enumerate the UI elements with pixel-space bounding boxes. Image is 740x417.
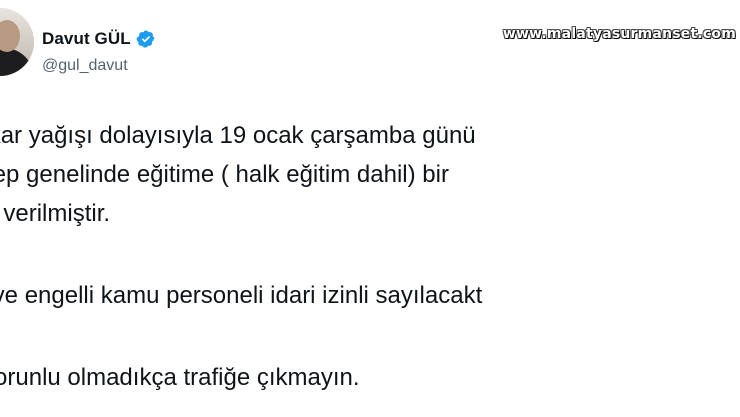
author-name-row: Davut GÜL: [42, 28, 156, 50]
watermark: www.malatyasurmanset.com: [502, 26, 736, 42]
tweet-card: Davut GÜL @gul_davut www.malatyasurmanse…: [0, 0, 740, 417]
author-handle[interactable]: @gul_davut: [42, 57, 156, 75]
tweet-text-line: ğun kar yağışı dolayısıyla 19 ocak çarşa…: [0, 122, 476, 149]
tweet-text-line: n ara verilmiştir.: [0, 200, 111, 227]
tweet-text-line: ziantep genelinde eğitime ( halk eğitim …: [0, 161, 449, 188]
tweet-header: Davut GÜL @gul_davut: [42, 28, 156, 75]
avatar[interactable]: [0, 8, 34, 76]
tweet-text: ğun kar yağışı dolayısıyla 19 ocak çarşa…: [0, 116, 482, 397]
tweet-text-line: fen zorunlu olmadıkça trafiğe çıkmayın.: [0, 364, 360, 391]
author-name[interactable]: Davut GÜL: [42, 29, 131, 49]
verified-badge-icon: [136, 29, 156, 49]
tweet-text-line: mile ve engelli kamu personeli idari izi…: [0, 282, 483, 309]
